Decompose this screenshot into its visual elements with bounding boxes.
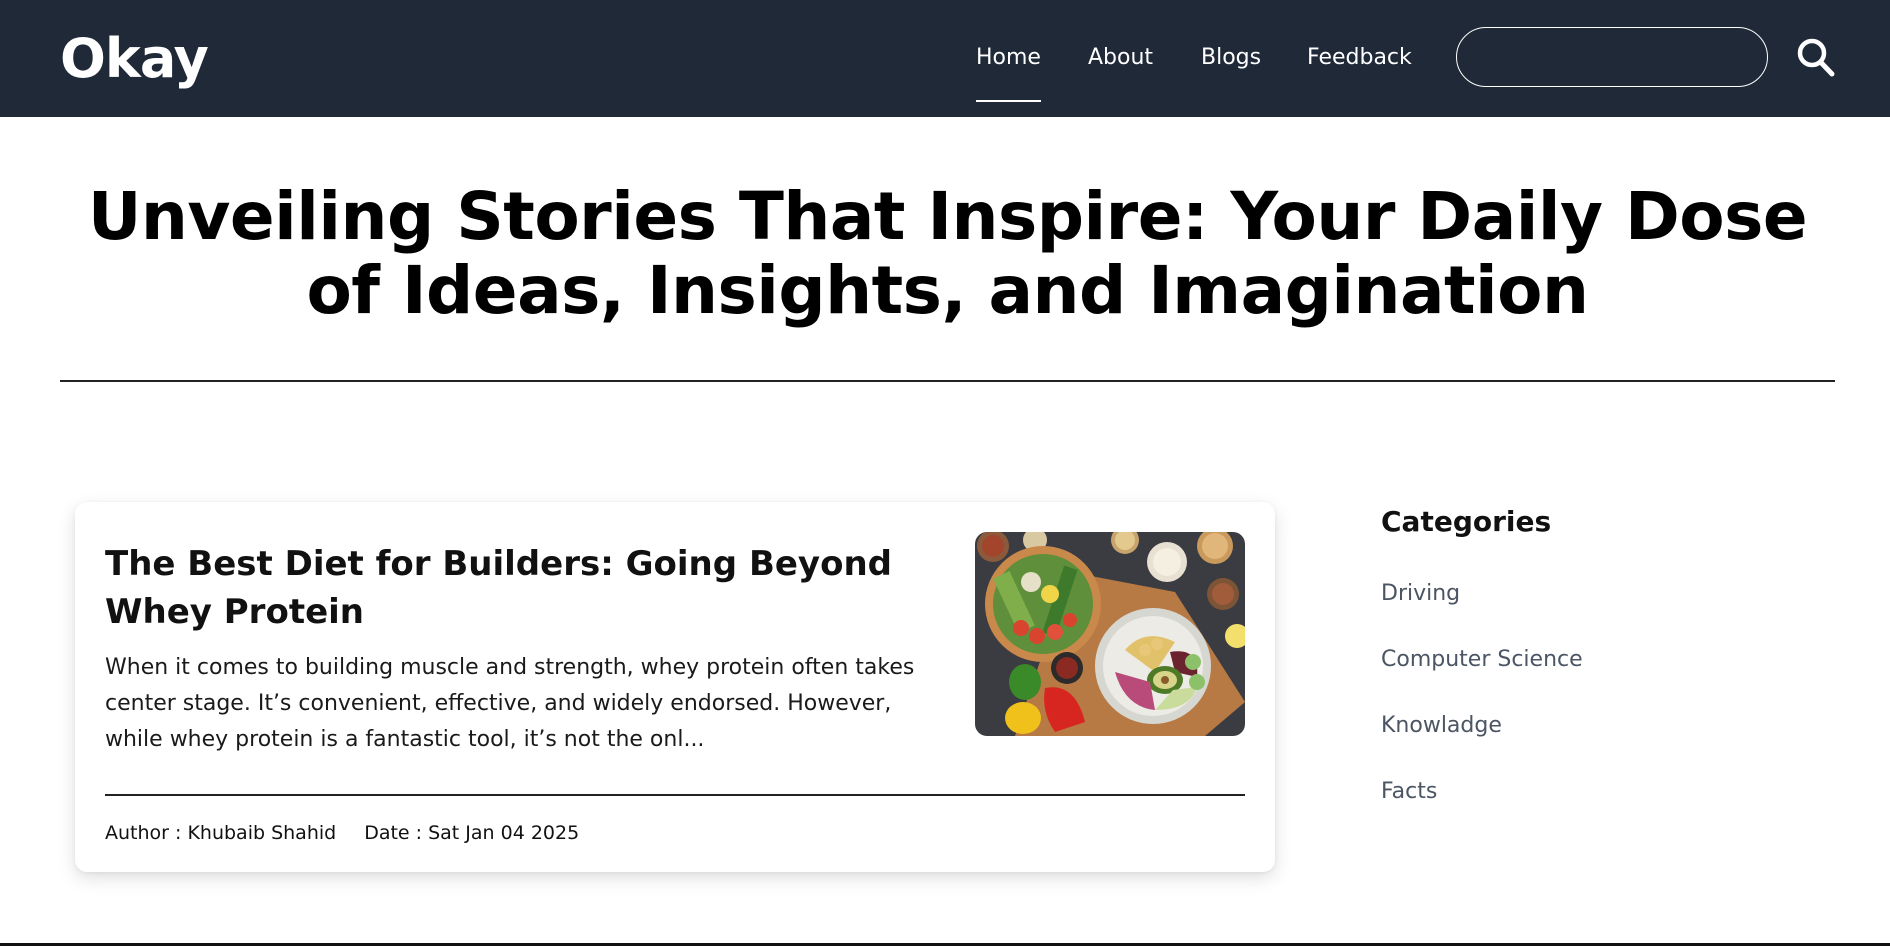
- title-divider: [60, 380, 1835, 382]
- nav-feedback[interactable]: Feedback: [1307, 40, 1412, 76]
- nav-home[interactable]: Home: [976, 40, 1041, 102]
- blog-post-card[interactable]: The Best Diet for Builders: Going Beyond…: [75, 502, 1275, 872]
- post-title[interactable]: The Best Diet for Builders: Going Beyond…: [105, 540, 945, 636]
- food-image: [975, 532, 1245, 736]
- category-knowladge[interactable]: Knowladge: [1381, 710, 1502, 742]
- site-header: Okay Home About Blogs Feedback: [0, 0, 1890, 117]
- card-divider: [105, 794, 1245, 796]
- post-thumbnail[interactable]: [975, 532, 1245, 736]
- page-title: Unveiling Stories That Inspire: Your Dai…: [87, 178, 1808, 329]
- post-author: Author : Khubaib Shahid: [105, 822, 337, 844]
- category-driving[interactable]: Driving: [1381, 578, 1460, 610]
- categories-heading: Categories: [1381, 505, 1552, 538]
- search-icon[interactable]: [1796, 36, 1836, 80]
- site-logo[interactable]: Okay: [60, 26, 209, 92]
- nav-blogs[interactable]: Blogs: [1201, 40, 1261, 76]
- category-facts[interactable]: Facts: [1381, 776, 1437, 808]
- post-excerpt: When it comes to building muscle and str…: [105, 655, 915, 752]
- post-date: Date : Sat Jan 04 2025: [364, 822, 580, 844]
- category-computer-science[interactable]: Computer Science: [1381, 644, 1583, 676]
- post-meta: Author : Khubaib Shahid Date : Sat Jan 04…: [105, 818, 579, 848]
- search-input[interactable]: [1456, 27, 1768, 87]
- nav-about[interactable]: About: [1088, 40, 1153, 76]
